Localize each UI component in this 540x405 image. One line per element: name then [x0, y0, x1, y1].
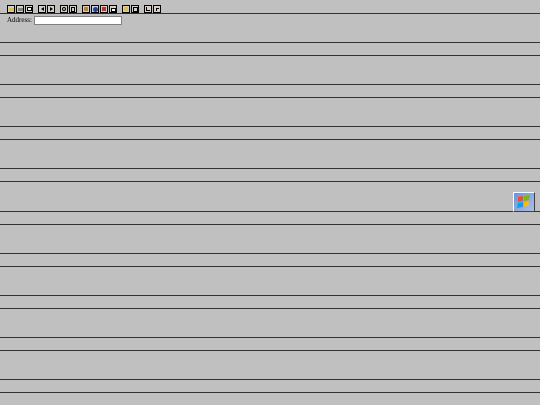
windows-flag-icon — [517, 195, 530, 208]
divider-line — [0, 379, 540, 380]
divider-line — [0, 97, 540, 98]
frames-icon[interactable] — [131, 5, 139, 13]
globe-icon[interactable] — [91, 5, 99, 13]
divider-line — [0, 126, 540, 127]
favorites-icon[interactable] — [100, 5, 108, 13]
mail-icon[interactable] — [109, 5, 117, 13]
divider-line — [0, 392, 540, 393]
divider-line — [0, 337, 540, 338]
divider-line — [0, 266, 540, 267]
address-label: Address: — [7, 16, 32, 24]
divider-line — [0, 181, 540, 182]
divider-line — [0, 168, 540, 169]
refresh-icon[interactable] — [60, 5, 68, 13]
divider-line — [0, 211, 540, 212]
home-icon[interactable] — [69, 5, 77, 13]
divider-line — [0, 308, 540, 309]
stop-icon[interactable] — [25, 5, 33, 13]
divider-line — [0, 42, 540, 43]
address-input[interactable] — [34, 16, 122, 25]
view-icon[interactable] — [122, 5, 130, 13]
divider-line — [0, 350, 540, 351]
print-icon[interactable] — [16, 5, 24, 13]
divider-line — [0, 224, 540, 225]
search-icon[interactable] — [82, 5, 90, 13]
divider-line — [0, 13, 540, 14]
font-larger-icon[interactable] — [144, 5, 152, 13]
forward-icon[interactable] — [47, 5, 55, 13]
divider-line — [0, 295, 540, 296]
divider-line — [0, 84, 540, 85]
divider-line — [0, 253, 540, 254]
divider-line — [0, 55, 540, 56]
back-icon[interactable] — [38, 5, 46, 13]
windows-logo-icon[interactable] — [513, 192, 535, 212]
open-icon[interactable] — [7, 5, 15, 13]
divider-line — [0, 139, 540, 140]
font-smaller-icon[interactable] — [153, 5, 161, 13]
